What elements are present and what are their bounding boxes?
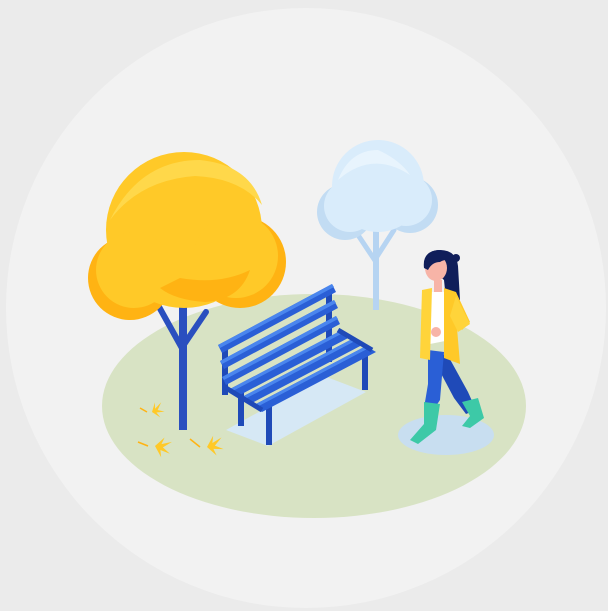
park-illustration bbox=[0, 0, 608, 611]
park-scene-svg bbox=[6, 8, 606, 608]
bench-leg-front-right bbox=[362, 354, 368, 390]
light-tree-trunk bbox=[373, 225, 379, 310]
bench-leg-front-left bbox=[266, 405, 272, 445]
yellow-tree-trunk bbox=[179, 300, 187, 430]
neck bbox=[434, 280, 442, 292]
hair-bun bbox=[452, 254, 460, 262]
hand bbox=[431, 327, 441, 337]
coat-left bbox=[420, 288, 432, 360]
